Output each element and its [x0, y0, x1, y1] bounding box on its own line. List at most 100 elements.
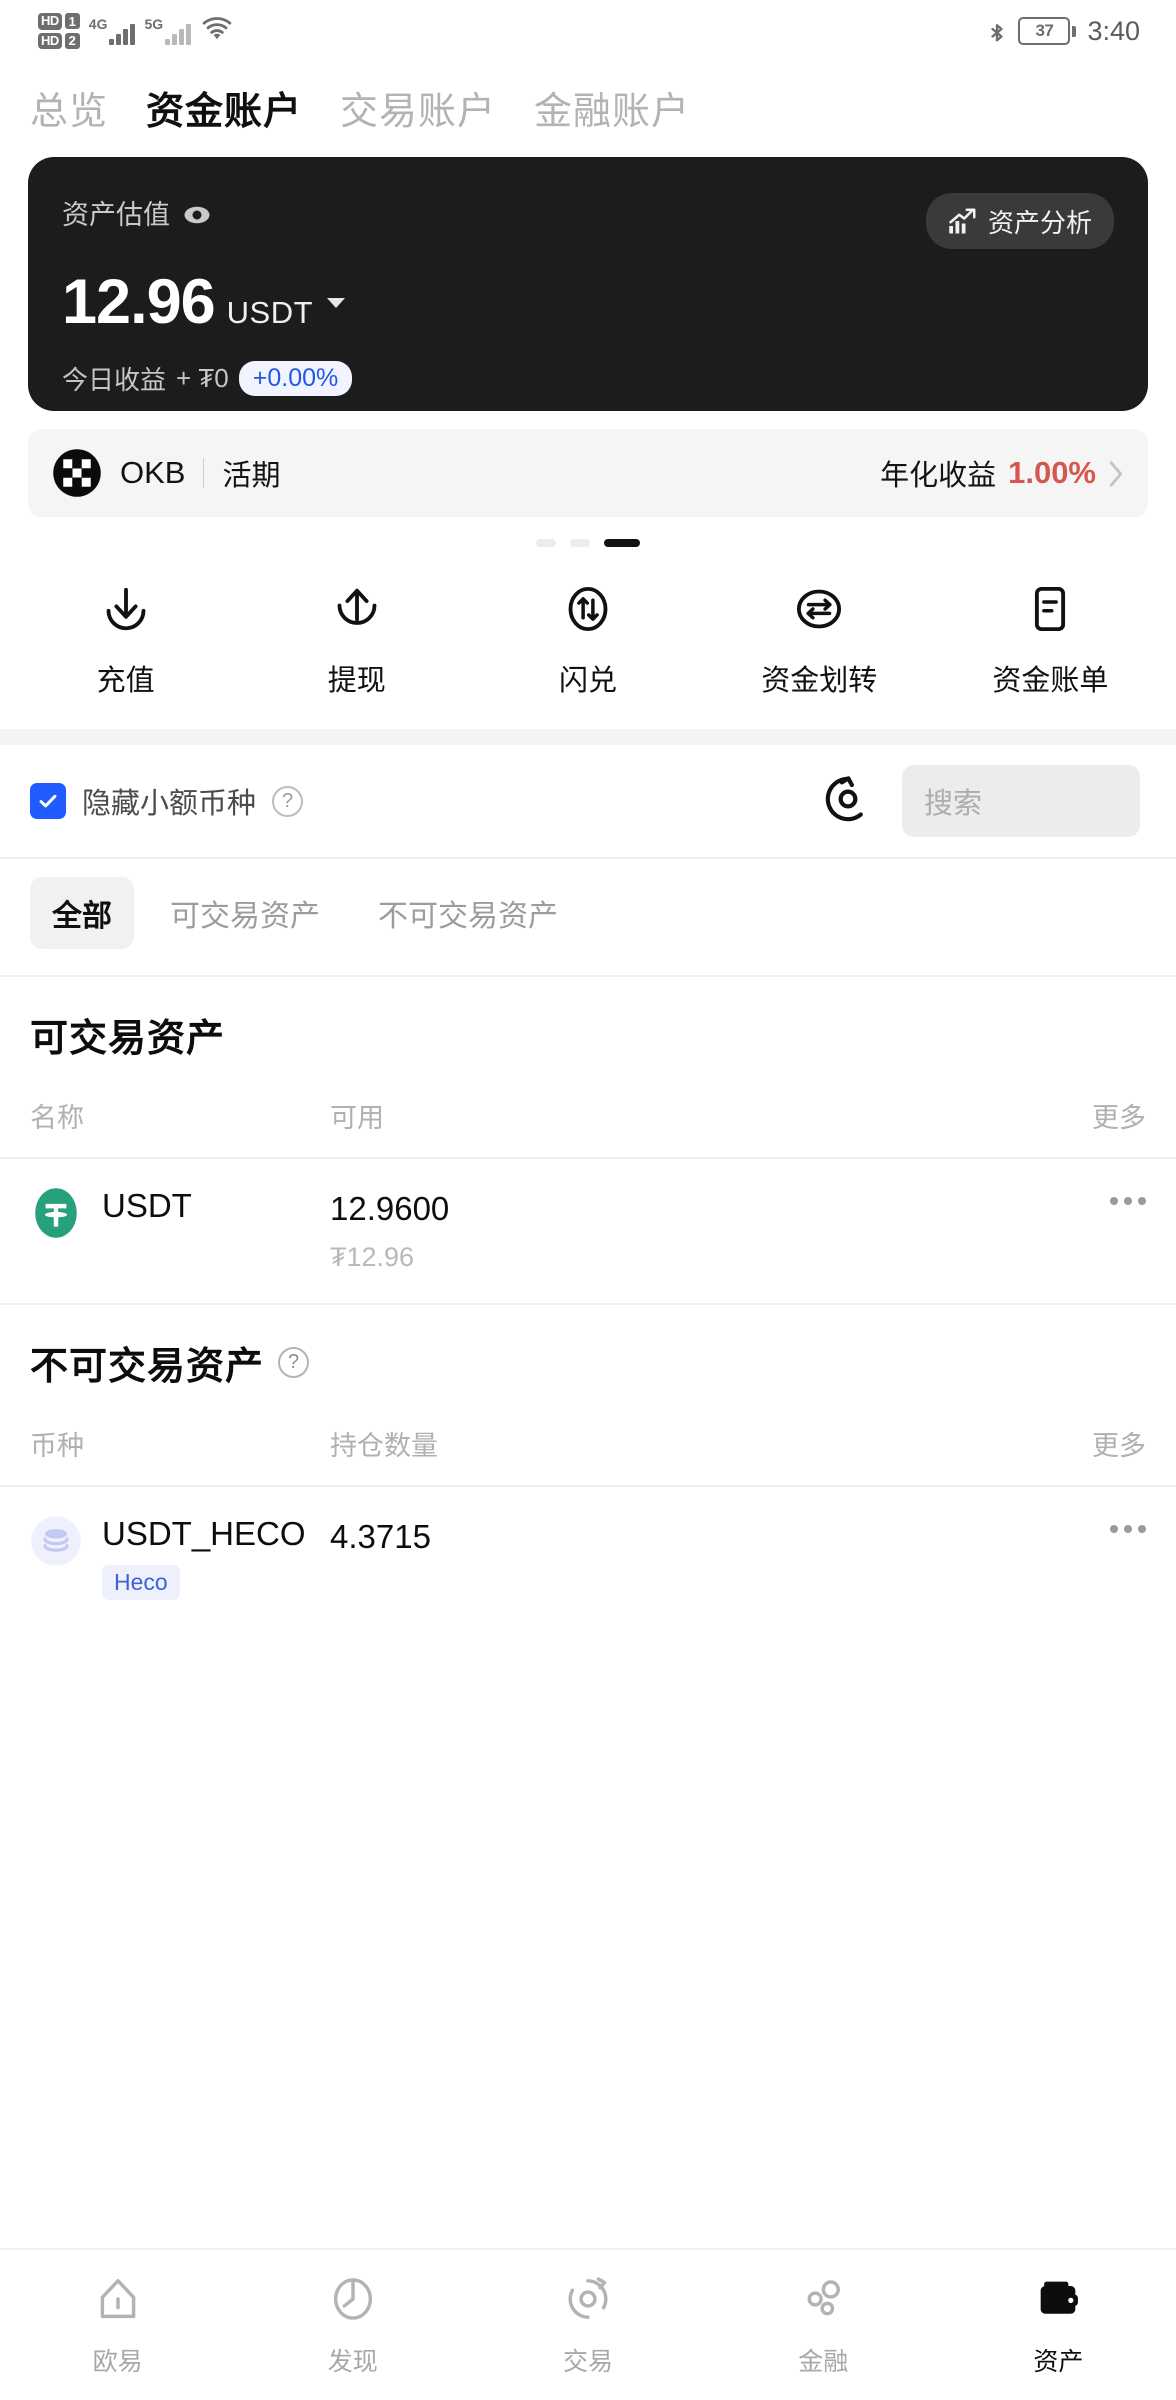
nav-item-home[interactable]: 欧易: [0, 2273, 235, 2378]
hd-indicators: HD 1 HD 2: [38, 12, 80, 50]
asset-fiat-value: ₮12.96: [330, 1242, 415, 1272]
wifi-icon: [200, 15, 234, 48]
wallet-icon: [1032, 2273, 1084, 2330]
usdt-tether-icon: [30, 1187, 82, 1239]
valuation-label-group: 资产估值: [62, 193, 210, 232]
battery-level: 37: [1018, 17, 1071, 45]
chip-all[interactable]: 全部: [30, 877, 134, 949]
hd-sim-1: 1: [64, 13, 80, 30]
more-dots-icon: [1110, 1525, 1146, 1533]
hd-badge-1: HD: [38, 12, 62, 30]
action-transfer[interactable]: 资金划转: [704, 581, 935, 699]
section-separator: [0, 729, 1176, 745]
non-tradable-section-title: 不可交易资产: [30, 1346, 265, 1388]
battery-cap: [1072, 25, 1077, 37]
checkmark-icon: [39, 794, 57, 808]
discover-icon: [327, 2273, 379, 2330]
nav-item-assets-label: 资产: [1033, 2347, 1084, 2376]
table-row[interactable]: USDT_HECO Heco 4.3715: [0, 1487, 1176, 1630]
nav-item-finance-label: 金融: [798, 2347, 849, 2376]
hd-badge-2: HD: [38, 32, 62, 50]
tradable-section-header: 可交易资产: [0, 977, 1176, 1062]
row-more-button[interactable]: [1110, 1515, 1146, 1533]
asset-valuation-card: 资产估值 资产分析 12.96 USDT 今日收益 + ₮0 +0.00%: [28, 157, 1148, 411]
action-bill[interactable]: 资金账单: [935, 581, 1166, 699]
amount-row: 12.96 USDT: [62, 271, 1114, 334]
deposit-arrow-down-icon: [98, 581, 154, 637]
clock: 3:40: [1087, 15, 1140, 46]
asset-identity-2: USDT_HECO Heco: [30, 1515, 330, 1600]
asset-name-block: USDT: [102, 1187, 192, 1225]
tradable-table-header: 名称 可用 更多: [0, 1062, 1176, 1157]
nav-item-assets[interactable]: 资产: [941, 2273, 1176, 2378]
okb-name: OKB: [120, 455, 186, 490]
okb-rate-value: 1.00%: [1008, 455, 1096, 490]
signal-group-2: 5G: [144, 16, 192, 45]
action-flash-swap[interactable]: 闪兑: [472, 581, 703, 699]
home-icon: [92, 2273, 144, 2330]
tab-funding-account[interactable]: 资金账户: [146, 80, 302, 135]
action-withdraw[interactable]: 提现: [241, 581, 472, 699]
chain-badge: Heco: [102, 1564, 180, 1600]
app-screen: HD 1 HD 2 4G 5G 37 3:40 总览 资金账户 交易账户 金融账…: [0, 0, 1176, 2400]
chevron-down-icon[interactable]: [327, 297, 346, 308]
bottom-navigation: 欧易 发现 交易 金融 资产: [0, 2248, 1176, 2400]
nav-item-home-label: 欧易: [92, 2347, 143, 2376]
chart-trend-icon: [948, 207, 978, 235]
question-mark-icon[interactable]: ?: [278, 1347, 310, 1378]
nav-item-finance[interactable]: 金融: [706, 2273, 941, 2378]
asset-identity: USDT: [30, 1187, 330, 1239]
chevron-right-icon[interactable]: [1108, 459, 1124, 487]
tab-trading-account[interactable]: 交易账户: [340, 80, 496, 135]
hide-small-balances-toggle[interactable]: 隐藏小额币种 ?: [30, 780, 304, 822]
asset-filter-row: 隐藏小额币种 ? 搜索: [0, 745, 1176, 857]
refresh-icon[interactable]: [820, 771, 876, 832]
asset-balance-block-2: 4.3715: [330, 1515, 1110, 1556]
column-more-2[interactable]: 更多: [1092, 1424, 1146, 1463]
asset-analysis-button[interactable]: 资产分析: [925, 193, 1114, 249]
action-flash-swap-label: 闪兑: [559, 665, 618, 697]
withdraw-arrow-up-icon: [329, 581, 385, 637]
okb-promo-banner[interactable]: OKB 活期 年化收益 1.00%: [28, 429, 1148, 517]
asset-analysis-label: 资产分析: [987, 207, 1092, 238]
eye-icon[interactable]: [182, 200, 210, 226]
battery-icon: 37: [1018, 17, 1077, 45]
row-more-button[interactable]: [1110, 1187, 1146, 1205]
quick-actions: 充值 提现 闪兑 资金划转 资金账单: [0, 547, 1176, 729]
okb-left: OKB 活期: [52, 448, 280, 498]
chip-tradable[interactable]: 可交易资产: [148, 877, 342, 949]
checkbox-checked[interactable]: [30, 783, 66, 819]
question-mark-icon[interactable]: ?: [272, 785, 304, 817]
chip-non-tradable[interactable]: 不可交易资产: [356, 877, 580, 949]
bluetooth-icon: [987, 17, 1007, 45]
status-bar-left: HD 1 HD 2 4G 5G: [38, 12, 234, 50]
filter-right: 搜索: [820, 765, 1140, 837]
table-row[interactable]: USDT 12.9600 ₮12.96: [0, 1159, 1176, 1303]
column-more[interactable]: 更多: [1092, 1096, 1146, 1135]
okb-product-type: 活期: [222, 460, 281, 492]
asset-available: 12.9600: [330, 1190, 450, 1227]
search-input[interactable]: 搜索: [902, 765, 1140, 837]
network-type-2: 5G: [144, 16, 164, 32]
status-bar: HD 1 HD 2 4G 5G 37 3:40: [0, 0, 1176, 62]
currency-unit[interactable]: USDT: [227, 295, 313, 331]
nav-item-trade[interactable]: 交易: [470, 2273, 705, 2378]
carousel-dot-3-active[interactable]: [604, 539, 640, 547]
carousel-dot-1[interactable]: [536, 539, 556, 547]
carousel-dot-2[interactable]: [570, 539, 590, 547]
today-profit-value: + ₮0: [176, 363, 229, 393]
account-tabs: 总览 资金账户 交易账户 金融账户: [0, 62, 1176, 147]
tab-financial-account[interactable]: 金融账户: [534, 80, 690, 135]
nav-item-discover-label: 发现: [327, 2347, 378, 2376]
network-type-1: 4G: [88, 16, 108, 32]
more-dots-icon: [1110, 1197, 1146, 1205]
finance-icon: [797, 2273, 849, 2330]
tab-overview[interactable]: 总览: [30, 80, 108, 135]
search-placeholder: 搜索: [924, 788, 983, 820]
action-deposit[interactable]: 充值: [10, 581, 241, 699]
asset-type-chips: 全部 可交易资产 不可交易资产: [0, 859, 1176, 975]
action-withdraw-label: 提现: [327, 665, 386, 697]
nav-item-discover[interactable]: 发现: [235, 2273, 470, 2378]
column-holdings: 持仓数量: [330, 1431, 438, 1461]
action-deposit-label: 充值: [96, 665, 155, 697]
